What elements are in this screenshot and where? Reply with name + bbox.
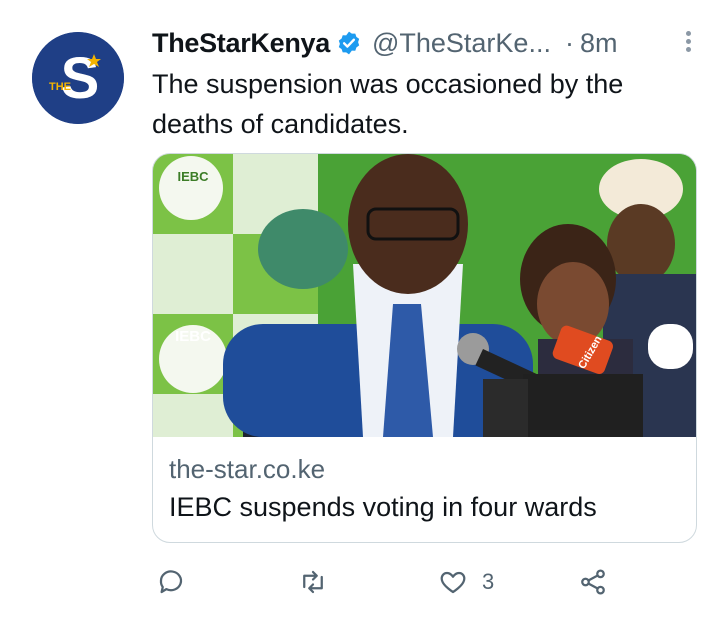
link-card[interactable]: IEBC Citizen IEBC the-star.co.ke IEBC su… [152, 153, 697, 543]
tweet-header: TheStarKenya @TheStarKe... · 8m [152, 26, 700, 60]
card-domain: the-star.co.ke [169, 454, 326, 484]
retweet-button[interactable] [298, 562, 328, 602]
retweet-icon [303, 570, 323, 594]
account-avatar[interactable]: S THE [32, 32, 124, 124]
verified-badge-icon [336, 30, 362, 56]
timestamp[interactable]: 8m [580, 28, 618, 59]
display-name[interactable]: TheStarKenya [152, 28, 330, 59]
more-options-icon[interactable] [682, 28, 694, 58]
backdrop-sign-1: IEBC [175, 328, 211, 345]
card-title[interactable]: IEBC suspends voting in four wards [169, 492, 597, 523]
heart-icon [440, 571, 466, 594]
like-count: 3 [482, 569, 495, 594]
tweet-actions: 3 [150, 562, 690, 602]
share-button[interactable] [578, 562, 608, 602]
separator-dot: · [564, 27, 574, 58]
backdrop-sign-2: IEBC [177, 169, 209, 184]
reply-icon [159, 570, 183, 594]
tweet-text: The suspension was occasioned by the dea… [152, 69, 624, 139]
account-handle[interactable]: @TheStarKe... [372, 28, 551, 59]
like-button[interactable]: 3 [438, 562, 494, 602]
avatar-small-text: THE [49, 81, 71, 93]
reply-button[interactable] [156, 562, 186, 602]
card-image[interactable]: IEBC Citizen IEBC [153, 154, 696, 437]
share-icon [581, 569, 605, 595]
